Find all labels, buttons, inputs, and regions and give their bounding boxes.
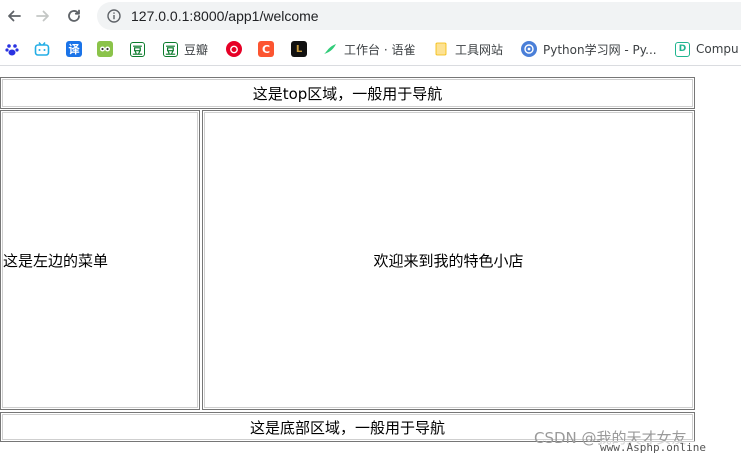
forward-button[interactable] (31, 4, 55, 28)
bookmark-yuque[interactable]: 工作台 · 语雀 (322, 39, 415, 59)
league-icon: L (291, 41, 307, 57)
baidu-icon (4, 41, 20, 57)
iqiyi-icon (97, 41, 113, 57)
browser-chrome: 127.0.0.1:8000/app1/welcome 译 豆 豆 豆瓣 C L… (0, 0, 741, 66)
computer-icon: D (675, 41, 690, 57)
site-watermark: www.Asphp.online (600, 441, 706, 454)
bookmark-bilibili[interactable] (34, 39, 50, 59)
top-frame: 这是top区域，一般用于导航 (0, 77, 695, 109)
csdn-icon: C (258, 41, 274, 57)
bookmark-computer[interactable]: D Compu (675, 39, 739, 59)
bookmark-label: 工具网站 (455, 42, 504, 57)
bookmark-label: Compu (696, 42, 739, 56)
netease-music-icon (226, 41, 242, 57)
left-menu-frame: 这是左边的菜单 (0, 110, 200, 410)
yuque-icon (322, 41, 338, 57)
main-frame: 欢迎来到我的特色小店 (202, 110, 695, 410)
bookmarks-bar: 译 豆 豆 豆瓣 C L 工作台 · 语雀 工具网站 Python学习网 - P… (0, 36, 741, 62)
bookmark-douban-named[interactable]: 豆 豆瓣 (163, 39, 208, 59)
bookmark-folder-tools[interactable]: 工具网站 (433, 39, 503, 59)
info-icon[interactable] (107, 9, 121, 23)
left-menu-text: 这是左边的菜单 (3, 251, 109, 270)
reload-icon (68, 9, 80, 22)
back-arrow-icon (8, 10, 21, 22)
bookmark-netease-music[interactable] (226, 39, 242, 59)
address-bar[interactable]: 127.0.0.1:8000/app1/welcome (97, 2, 741, 30)
bookmark-translate[interactable]: 译 (66, 39, 82, 59)
translate-icon: 译 (66, 41, 82, 57)
folder-icon (433, 41, 449, 57)
bookmark-label: Python学习网 - Py... (543, 42, 657, 57)
bookmark-iqiyi[interactable] (97, 39, 113, 59)
top-frame-text: 这是top区域，一般用于导航 (252, 84, 443, 103)
bookmark-label: 豆瓣 (184, 42, 209, 57)
bookmark-league[interactable]: L (291, 39, 307, 59)
toolbar-divider (0, 65, 741, 66)
main-welcome-text: 欢迎来到我的特色小店 (373, 251, 524, 270)
bookmark-python[interactable]: Python学习网 - Py... (521, 39, 657, 59)
bilibili-icon (34, 41, 50, 57)
footer-frame-text: 这是底部区域，一般用于导航 (249, 418, 445, 437)
address-url[interactable]: 127.0.0.1:8000/app1/welcome (131, 8, 319, 24)
reload-button[interactable] (62, 4, 86, 28)
bookmark-baidu[interactable] (4, 39, 20, 59)
forward-arrow-icon (36, 10, 49, 22)
python-icon (521, 41, 537, 57)
back-button[interactable] (2, 4, 26, 28)
douban-icon: 豆 (163, 41, 178, 57)
bookmark-csdn[interactable]: C (258, 39, 274, 59)
bookmark-label: 工作台 · 语雀 (344, 42, 416, 57)
douban-icon: 豆 (130, 41, 145, 57)
browser-toolbar: 127.0.0.1:8000/app1/welcome (0, 0, 741, 33)
bookmark-douban[interactable]: 豆 (130, 39, 145, 59)
